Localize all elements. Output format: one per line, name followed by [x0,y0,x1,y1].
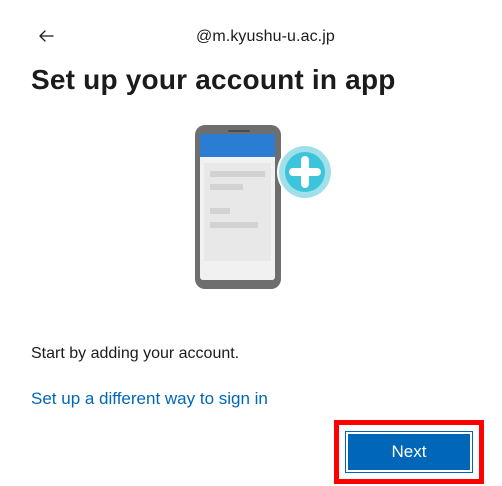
different-sign-in-link[interactable]: Set up a different way to sign in [31,389,268,409]
back-button[interactable] [34,24,58,48]
next-button[interactable]: Next [345,431,473,473]
illustration [188,122,340,292]
phone-add-account-icon [195,125,333,289]
account-email: @m.kyushu-u.ac.jp [196,28,335,45]
instruction-text: Start by adding your account. [31,345,240,362]
arrow-left-icon [39,30,54,42]
page-title: Set up your account in app [31,64,396,95]
